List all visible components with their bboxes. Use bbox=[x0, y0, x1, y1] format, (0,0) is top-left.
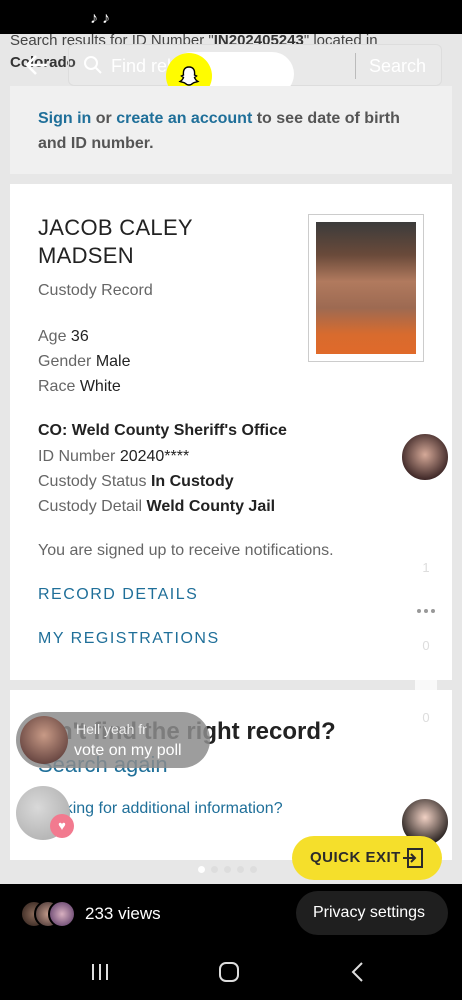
bookmark-icon[interactable] bbox=[406, 670, 446, 710]
more-options-icon[interactable] bbox=[406, 744, 446, 784]
signin-text: Sign in or create an account to see date… bbox=[38, 106, 418, 156]
avatar bbox=[48, 900, 76, 928]
page-dot bbox=[211, 866, 218, 873]
record-details-link[interactable]: RECORD DETAILS bbox=[38, 586, 198, 604]
status-row: Custody Status In Custody bbox=[38, 473, 234, 491]
heart-icon: ♥ bbox=[50, 814, 74, 838]
notification-text: You are signed up to receive notificatio… bbox=[38, 542, 334, 559]
creator-avatar[interactable] bbox=[400, 432, 450, 482]
bottom-bar: 233 views Privacy settings bbox=[0, 884, 462, 1000]
race-value: White bbox=[79, 378, 121, 395]
signin-or: or bbox=[91, 110, 117, 127]
age-label: Age bbox=[38, 328, 67, 345]
view-count[interactable]: 233 views bbox=[85, 904, 161, 924]
page-dot bbox=[224, 866, 231, 873]
detail-label: Custody Detail bbox=[38, 498, 143, 515]
page-dot bbox=[237, 866, 244, 873]
search-button[interactable]: Search bbox=[369, 56, 426, 77]
id-value: 20240**** bbox=[119, 448, 190, 465]
record-type: Custody Record bbox=[38, 282, 153, 299]
sign-in-link[interactable]: Sign in bbox=[38, 110, 91, 127]
like-heart-icon[interactable] bbox=[406, 518, 446, 558]
gender-row: Gender Male bbox=[38, 353, 131, 371]
privacy-settings-label: Privacy settings bbox=[313, 904, 426, 921]
divider bbox=[355, 53, 356, 79]
tiktok-icon: ♪♪ bbox=[90, 10, 114, 27]
my-registrations-link[interactable]: MY REGISTRATIONS bbox=[38, 630, 220, 648]
page-indicator bbox=[198, 860, 263, 878]
page-dot bbox=[198, 866, 205, 873]
story-content: Search results for ID Number "IN20240524… bbox=[0, 34, 462, 884]
avatar bbox=[20, 716, 68, 764]
detail-value: Weld County Jail bbox=[146, 498, 276, 515]
privacy-settings-button[interactable]: Privacy settings bbox=[296, 891, 448, 935]
back-arrow-icon[interactable] bbox=[24, 52, 50, 78]
home-icon[interactable] bbox=[217, 960, 241, 984]
save-count: 0 bbox=[422, 710, 430, 725]
race-label: Race bbox=[38, 378, 76, 395]
status-bar: ♪♪ bbox=[0, 0, 462, 34]
search-icon bbox=[84, 56, 102, 74]
like-count: 1 bbox=[422, 560, 430, 575]
record-card: JACOB CALEY MADSEN Custody Record Age 36… bbox=[10, 184, 452, 680]
status-value: In Custody bbox=[150, 473, 234, 490]
comment-count: 0 bbox=[422, 638, 430, 653]
id-label: ID Number bbox=[38, 448, 116, 465]
quick-exit-label: QUICK EXIT bbox=[310, 849, 401, 866]
additional-info-link[interactable]: Looking for additional information? bbox=[38, 800, 283, 818]
mugshot-photo bbox=[316, 222, 416, 354]
status-label: Custody Status bbox=[38, 473, 147, 490]
quick-exit-button[interactable]: QUICK EXIT bbox=[292, 836, 442, 880]
agency-name: CO: Weld County Sheriff's Office bbox=[38, 422, 287, 439]
poll-sticker[interactable]: Hell yeah fr vote on my poll bbox=[16, 712, 210, 768]
race-row: Race White bbox=[38, 378, 121, 396]
gender-label: Gender bbox=[38, 353, 92, 370]
find-input[interactable]: Find rel bbox=[111, 56, 171, 77]
signin-banner: Sign in or create an account to see date… bbox=[10, 86, 452, 174]
nav-back-icon[interactable] bbox=[346, 960, 370, 984]
age-value: 36 bbox=[70, 328, 89, 345]
inmate-name: JACOB CALEY MADSEN bbox=[38, 215, 193, 268]
id-row: ID Number 20240**** bbox=[38, 448, 189, 466]
poll-line2: vote on my poll bbox=[74, 742, 182, 759]
gender-value: Male bbox=[95, 353, 131, 370]
age-row: Age 36 bbox=[38, 328, 89, 346]
detail-row: Custody Detail Weld County Jail bbox=[38, 498, 275, 516]
page-dot bbox=[250, 866, 257, 873]
mugshot-frame bbox=[308, 214, 424, 362]
viewer-avatars[interactable] bbox=[20, 900, 80, 930]
poll-line1: Hell yeah fr bbox=[76, 721, 147, 737]
create-account-link[interactable]: create an account bbox=[116, 110, 252, 127]
comment-icon[interactable] bbox=[406, 592, 446, 632]
exit-icon bbox=[403, 848, 423, 868]
recent-apps-icon[interactable] bbox=[88, 960, 112, 984]
